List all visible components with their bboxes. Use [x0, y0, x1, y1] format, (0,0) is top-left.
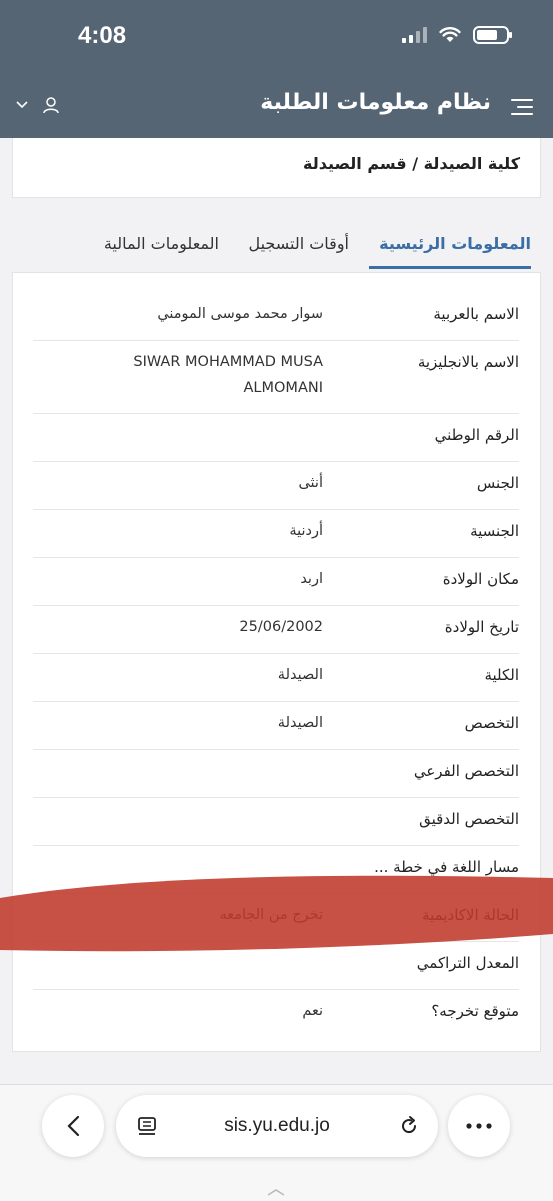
- info-row-name-en: الاسم بالانجليزية SIWAR MOHAMMAD MUSA AL…: [33, 341, 519, 414]
- info-value: تخرج من الجامعه: [219, 907, 323, 923]
- info-value: نعم: [302, 1003, 323, 1019]
- info-row-faculty: الكلية الصيدلة: [33, 654, 519, 702]
- status-icons: [402, 26, 512, 44]
- active-tab-indicator: [369, 266, 531, 269]
- status-time: 4:08: [78, 22, 127, 49]
- info-value: الصيدلة: [277, 667, 323, 683]
- user-menu[interactable]: [16, 96, 60, 114]
- back-button[interactable]: [42, 1095, 104, 1157]
- info-value: أنثى: [298, 475, 323, 491]
- chevron-down-icon[interactable]: [16, 101, 28, 109]
- info-list: الاسم بالعربية سوار محمد موسى المومني ال…: [33, 293, 519, 1038]
- app-header: 4:08 نظام معلومات الطلبة: [0, 0, 553, 138]
- info-row-language-track: مسار اللغة في خطة ...: [33, 846, 519, 894]
- info-value: الصيدلة: [277, 715, 323, 731]
- info-label: الاسم بالعربية: [433, 305, 519, 323]
- info-label: الرقم الوطني: [434, 426, 519, 444]
- browser-toolbar: sis.yu.edu.jo: [0, 1084, 553, 1201]
- address-bar[interactable]: sis.yu.edu.jo: [116, 1095, 438, 1157]
- wifi-icon: [439, 27, 461, 42]
- student-info-card: الاسم بالعربية سوار محمد موسى المومني ال…: [12, 272, 541, 1052]
- app-title: نظام معلومات الطلبة: [260, 90, 491, 115]
- college-card: كلية الصيدلة / قسم الصيدلة: [12, 138, 541, 198]
- info-row-name-ar: الاسم بالعربية سوار محمد موسى المومني: [33, 293, 519, 341]
- info-row-expected-graduation: متوقع تخرجه؟ نعم: [33, 990, 519, 1038]
- info-label: متوقع تخرجه؟: [431, 1002, 519, 1020]
- info-row-sub-major: التخصص الفرعي: [33, 750, 519, 798]
- info-label: التخصص الدقيق: [419, 810, 519, 828]
- info-label: الجنسية: [470, 522, 519, 540]
- battery-icon: [473, 26, 512, 44]
- info-label: الكلية: [484, 666, 519, 684]
- college-department: كلية الصيدلة / قسم الصيدلة: [303, 154, 520, 173]
- info-row-academic-status: الحالة الاكاديمية تخرج من الجامعه: [33, 894, 519, 942]
- info-value: سوار محمد موسى المومني: [157, 306, 323, 322]
- info-value: أردنية: [289, 523, 323, 539]
- info-label: المعدل التراكمي: [416, 954, 519, 972]
- chevron-left-icon: [67, 1115, 80, 1137]
- info-label: مسار اللغة في خطة ...: [374, 858, 519, 876]
- url-text[interactable]: sis.yu.edu.jo: [116, 1115, 438, 1137]
- info-label: الحالة الاكاديمية: [422, 906, 519, 924]
- info-label: تاريخ الولادة: [444, 618, 519, 636]
- tab-registration-times[interactable]: أوقات التسجيل: [248, 234, 349, 253]
- info-row-minor-specialty: التخصص الدقيق: [33, 798, 519, 846]
- home-indicator-chevron-icon: [267, 1189, 285, 1196]
- user-icon[interactable]: [42, 96, 60, 114]
- tab-financial-info[interactable]: المعلومات المالية: [104, 234, 219, 253]
- more-options-button[interactable]: [448, 1095, 510, 1157]
- hamburger-menu-icon[interactable]: [509, 97, 533, 117]
- info-label: التخصص الفرعي: [413, 762, 519, 780]
- tab-main-info[interactable]: المعلومات الرئيسية: [379, 234, 531, 253]
- info-label: مكان الولادة: [442, 570, 519, 588]
- info-row-national-id: الرقم الوطني: [33, 414, 519, 462]
- info-value: اربد: [300, 571, 323, 587]
- info-row-birth-place: مكان الولادة اربد: [33, 558, 519, 606]
- info-row-gender: الجنس أنثى: [33, 462, 519, 510]
- tab-bar: المعلومات الرئيسية أوقات التسجيل المعلوم…: [12, 226, 541, 272]
- info-row-nationality: الجنسية أردنية: [33, 510, 519, 558]
- info-value: 25/06/2002: [239, 619, 323, 635]
- ellipsis-icon: [466, 1123, 492, 1129]
- info-label: الجنس: [476, 474, 519, 492]
- info-label: التخصص: [464, 714, 519, 732]
- info-row-major: التخصص الصيدلة: [33, 702, 519, 750]
- cellular-signal-icon: [402, 27, 427, 43]
- info-label: الاسم بالانجليزية: [417, 353, 519, 371]
- info-row-birth-date: تاريخ الولادة 25/06/2002: [33, 606, 519, 654]
- info-value: SIWAR MOHAMMAD MUSA ALMOMANI: [133, 354, 323, 396]
- reload-icon[interactable]: [398, 1115, 420, 1137]
- info-row-gpa: المعدل التراكمي: [33, 942, 519, 990]
